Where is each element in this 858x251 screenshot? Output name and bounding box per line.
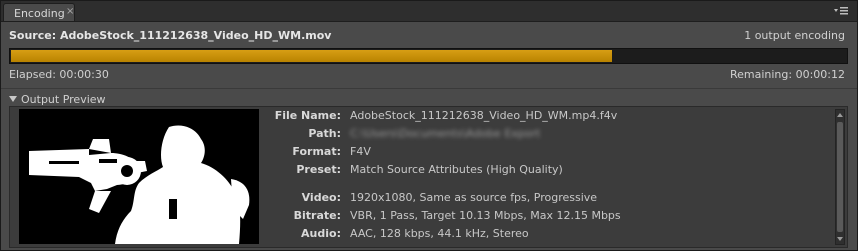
meta-row-preset: Preset: Match Source Attributes (High Qu…: [265, 163, 825, 179]
bitrate-label: Bitrate:: [293, 209, 341, 222]
encoding-panel: Encoding × Source: AdobeStock_111212638_…: [0, 0, 858, 251]
video-value: 1920x1080, Same as source fps, Progressi…: [350, 191, 598, 204]
scroll-up-arrow-icon[interactable]: [837, 112, 843, 118]
encoding-progress-bar: [9, 48, 848, 64]
divider: [1, 88, 857, 89]
preset-label: Preset:: [296, 163, 341, 176]
meta-row-video: Video: 1920x1080, Same as source fps, Pr…: [265, 191, 825, 207]
file-name-label: File Name:: [274, 109, 341, 122]
video-thumbnail: [19, 109, 259, 244]
format-label: Format:: [292, 145, 341, 158]
scroll-thumb[interactable]: [837, 122, 843, 232]
close-icon[interactable]: ×: [66, 6, 74, 17]
time-row: Elapsed: 00:00:30 Remaining: 00:00:12: [9, 68, 845, 84]
panel-menu-icon[interactable]: [833, 4, 849, 18]
format-value: F4V: [350, 145, 371, 158]
elapsed-time: Elapsed: 00:00:30: [9, 68, 109, 81]
output-preview-title: Output Preview: [21, 93, 106, 106]
source-row: Source: AdobeStock_111212638_Video_HD_WM…: [9, 29, 845, 45]
tab-label: Encoding: [14, 7, 65, 20]
meta-row-format: Format: F4V: [265, 145, 825, 161]
preset-value: Match Source Attributes (High Quality): [350, 163, 563, 176]
output-count: 1 output encoding: [744, 29, 845, 42]
path-value: C:\Users\Documents\Adobe Export: [350, 127, 541, 140]
meta-row-path: Path: C:\Users\Documents\Adobe Export: [265, 127, 825, 143]
meta-row-audio: Audio: AAC, 128 kbps, 44.1 kHz, Stereo: [265, 227, 825, 243]
tab-bar: Encoding ×: [1, 1, 857, 22]
meta-row-bitrate: Bitrate: VBR, 1 Pass, Target 10.13 Mbps,…: [265, 209, 825, 225]
bitrate-value: VBR, 1 Pass, Target 10.13 Mbps, Max 12.1…: [350, 209, 621, 222]
disclosure-triangle-icon: [9, 96, 17, 102]
audio-value: AAC, 128 kbps, 44.1 kHz, Stereo: [350, 227, 529, 240]
remaining-time: Remaining: 00:00:12: [729, 68, 845, 81]
source-filename: Source: AdobeStock_111212638_Video_HD_WM…: [9, 29, 332, 42]
video-label: Video:: [301, 191, 341, 204]
tab-encoding[interactable]: Encoding ×: [3, 3, 75, 21]
output-metadata: File Name: AdobeStock_111212638_Video_HD…: [265, 107, 825, 247]
file-name-value: AdobeStock_111212638_Video_HD_WM.mp4.f4v: [350, 109, 618, 122]
meta-row-file-name: File Name: AdobeStock_111212638_Video_HD…: [265, 109, 825, 125]
output-preview-box: File Name: AdobeStock_111212638_Video_HD…: [9, 106, 848, 248]
progress-fill: [11, 50, 612, 62]
audio-label: Audio:: [301, 227, 341, 240]
preview-scrollbar[interactable]: [835, 109, 845, 245]
output-preview-section: Output Preview File Name: AdobeStock_111…: [1, 90, 857, 250]
path-label: Path:: [308, 127, 341, 140]
scroll-down-arrow-icon[interactable]: [837, 236, 843, 242]
